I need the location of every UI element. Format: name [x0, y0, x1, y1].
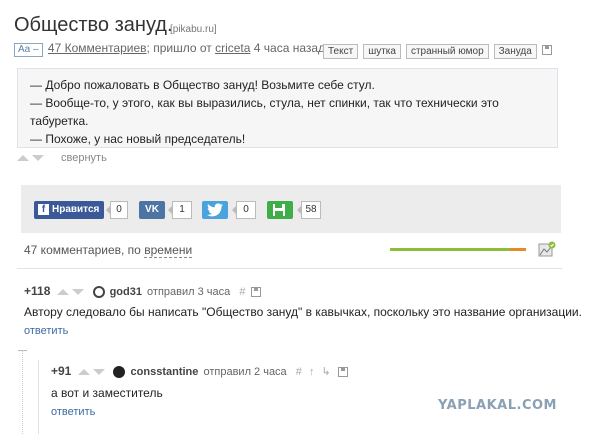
- quote-line: табуретка.: [30, 114, 89, 128]
- sort-by-time-link[interactable]: времени: [144, 243, 193, 258]
- twitter-count: 0: [232, 201, 256, 219]
- branch-icon[interactable]: ↳: [322, 366, 331, 378]
- font-size-button[interactable]: Aa –: [14, 43, 43, 57]
- quote-line: — Добро пожаловать в Общество зануд! Воз…: [30, 78, 375, 92]
- comments-divider: [17, 268, 562, 269]
- comments-header: 47 комментариев, по времени: [24, 243, 193, 258]
- save-comment-icon[interactable]: [337, 367, 348, 378]
- watermark: YAPLAKAL.COM: [438, 398, 557, 413]
- vote-down-icon[interactable]: [93, 369, 106, 376]
- comment-text: Автору следовало бы написать "Общество з…: [24, 305, 582, 319]
- post-domain: [pikabu.ru]: [170, 24, 217, 35]
- comment-author[interactable]: consstantine: [131, 366, 199, 378]
- comment-rating: +91: [51, 364, 72, 378]
- twitter-share-button[interactable]: [202, 201, 228, 219]
- quote-line: — Похоже, у нас новый председатель!: [30, 132, 246, 146]
- comment-rating: +118: [24, 284, 51, 298]
- comment-time: отправил 3 часа: [147, 286, 231, 298]
- vote-up-icon[interactable]: [78, 369, 91, 376]
- vk-icon: VK: [145, 204, 159, 215]
- came-from-text: ; пришло от: [146, 41, 216, 55]
- vk-share-button[interactable]: VK: [139, 201, 165, 219]
- post-meta: Aa – 47 Комментариев; пришло от criceta …: [14, 41, 325, 57]
- tag-item[interactable]: Зануда: [493, 44, 537, 59]
- save-count: 58: [297, 201, 321, 219]
- facebook-icon: f: [38, 203, 49, 215]
- vote-down-icon[interactable]: [32, 155, 44, 162]
- save-post-icon[interactable]: [541, 44, 552, 55]
- comment-header: +118 god31 отправил 3 часа #: [24, 284, 261, 299]
- vote-up-icon[interactable]: [17, 155, 29, 162]
- floppy-save-icon: [273, 204, 285, 216]
- comments-count-link[interactable]: 47 Комментариев: [48, 41, 147, 55]
- vote-down-icon[interactable]: [72, 289, 85, 296]
- tag-item[interactable]: шутка: [363, 44, 401, 59]
- post-title[interactable]: Общество зануд.: [14, 14, 173, 37]
- comment-author[interactable]: god31: [110, 286, 142, 298]
- twitter-bird-icon: [207, 203, 223, 217]
- vote-up-icon[interactable]: [57, 289, 70, 296]
- save-share-button[interactable]: [267, 201, 293, 219]
- rating-negative-bar: [510, 248, 526, 251]
- comments-count-text: 47 комментариев, по: [24, 243, 145, 257]
- parent-comment-icon[interactable]: ↑: [309, 366, 315, 378]
- post-time: 4 часа назад: [250, 41, 326, 55]
- stats-image-icon[interactable]: [538, 241, 556, 257]
- tag-item[interactable]: странный юмор: [405, 44, 489, 59]
- facebook-count: 0: [106, 201, 128, 219]
- comment-header: +91 consstantine отправил 2 часа # ↑ ↳: [51, 364, 348, 379]
- reply-link[interactable]: ответить: [24, 325, 68, 337]
- comment-text: а вот и заместитель: [51, 386, 163, 400]
- comment-link-icon[interactable]: #: [239, 286, 245, 298]
- save-comment-icon[interactable]: [250, 287, 261, 298]
- tag-item[interactable]: Текст: [323, 44, 359, 59]
- rating-positive-bar: [390, 248, 510, 251]
- thread-line: [22, 350, 23, 434]
- vk-count: 1: [168, 201, 192, 219]
- share-bar: f Нравится 0 VK 1 0 58: [21, 185, 561, 233]
- comment-link-icon[interactable]: #: [296, 366, 302, 378]
- post-content: — Добро пожаловать в Общество зануд! Воз…: [17, 68, 558, 148]
- facebook-like-label: Нравится: [52, 204, 100, 215]
- facebook-like-button[interactable]: f Нравится: [34, 201, 104, 219]
- tag-list: Текст шутка странный юмор Зануда: [323, 41, 552, 59]
- rating-ratio-bar: [390, 248, 526, 251]
- comment-time: отправил 2 часа: [203, 366, 287, 378]
- reply-link[interactable]: ответить: [51, 406, 95, 418]
- post-vote-row: свернуть: [17, 152, 107, 164]
- avatar: [92, 286, 105, 299]
- avatar: [113, 366, 126, 379]
- post-author-link[interactable]: criceta: [215, 41, 250, 55]
- quote-line: — Вообще-то, у этого, как вы выразились,…: [30, 96, 499, 110]
- collapse-link[interactable]: свернуть: [61, 152, 107, 164]
